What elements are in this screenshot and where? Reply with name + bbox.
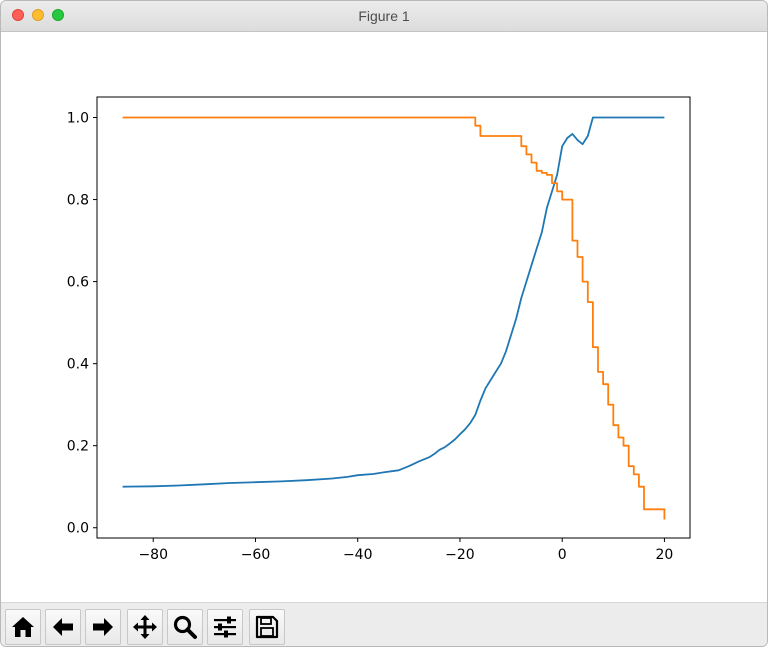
zoom-button[interactable] bbox=[167, 609, 203, 645]
y-tick-label: 0.4 bbox=[67, 357, 89, 373]
figure-canvas[interactable]: −80 −60 −40 −20 0 20 0.0 0.2 0.4 0.6 0.8 1.0 bbox=[1, 32, 767, 602]
back-arrow-icon bbox=[53, 618, 73, 636]
figure-window: Figure 1 −80 −60 −40 −20 0 20 0.0 0.2 0.4 0.6 0.8 1… bbox=[0, 0, 768, 647]
x-tick-label: 0 bbox=[558, 547, 567, 563]
pan-move-icon bbox=[133, 615, 157, 639]
title-bar: Figure 1 bbox=[1, 1, 767, 32]
x-tick-label: −60 bbox=[241, 547, 271, 563]
x-tick-label: −40 bbox=[343, 547, 373, 563]
x-tick-label: −80 bbox=[138, 547, 168, 563]
pan-button[interactable] bbox=[127, 609, 163, 645]
save-button[interactable] bbox=[249, 609, 285, 645]
home-button[interactable] bbox=[5, 609, 41, 645]
zoom-magnifier-icon bbox=[173, 615, 197, 639]
x-tick-label: −20 bbox=[445, 547, 475, 563]
y-tick-label: 0.6 bbox=[67, 275, 89, 291]
y-tick-label: 0.2 bbox=[67, 439, 89, 455]
home-icon bbox=[12, 617, 34, 637]
subplots-sliders-icon bbox=[214, 616, 236, 638]
line-chart: −80 −60 −40 −20 0 20 0.0 0.2 0.4 0.6 0.8 1.0 bbox=[67, 96, 691, 563]
series-line-1 bbox=[122, 116, 665, 488]
back-button[interactable] bbox=[45, 609, 81, 645]
configure-subplots-button[interactable] bbox=[207, 609, 243, 645]
x-tick-label: 20 bbox=[656, 547, 674, 563]
save-floppy-icon bbox=[255, 615, 279, 639]
y-tick-label: 1.0 bbox=[67, 111, 89, 127]
series-line-2 bbox=[122, 116, 666, 520]
y-tick-label: 0.8 bbox=[67, 193, 89, 209]
forward-button[interactable] bbox=[85, 609, 121, 645]
forward-arrow-icon bbox=[93, 618, 113, 636]
window-title: Figure 1 bbox=[358, 8, 410, 24]
navigation-toolbar bbox=[1, 602, 767, 646]
y-tick-label: 0.0 bbox=[67, 521, 89, 537]
